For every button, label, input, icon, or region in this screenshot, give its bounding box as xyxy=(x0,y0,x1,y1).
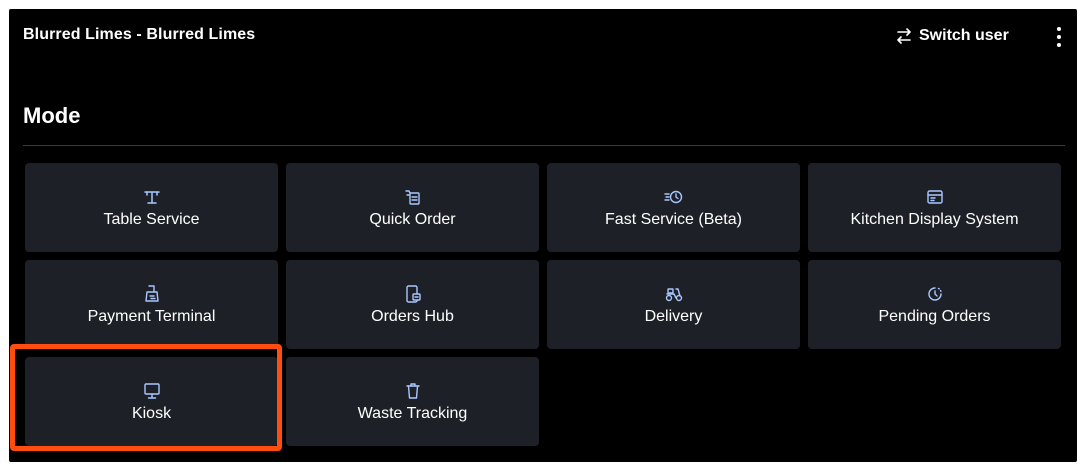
orders-hub-icon xyxy=(403,284,423,304)
tile-label: Pending Orders xyxy=(878,307,991,325)
section-title: Mode xyxy=(23,103,81,128)
tile-label: Table Service xyxy=(103,210,200,228)
tile-orders-hub[interactable]: Orders Hub xyxy=(286,260,539,349)
tile-label: Delivery xyxy=(644,307,703,325)
clock-icon xyxy=(925,284,945,304)
tile-delivery[interactable]: Delivery xyxy=(547,260,800,349)
tile-quick-order[interactable]: Quick Order xyxy=(286,163,539,252)
tile-label: Kiosk xyxy=(131,404,172,422)
app-window: Blurred Limes - Blurred Limes Switch use… xyxy=(9,9,1077,462)
payment-terminal-icon xyxy=(142,284,162,304)
kiosk-monitor-icon xyxy=(142,381,162,401)
more-vertical-icon xyxy=(1057,27,1061,47)
trash-icon xyxy=(403,381,423,401)
top-bar: Blurred Limes - Blurred Limes Switch use… xyxy=(9,9,1077,65)
more-menu-button[interactable] xyxy=(1049,23,1069,51)
tile-waste-tracking[interactable]: Waste Tracking xyxy=(286,357,539,446)
tile-fast-service[interactable]: Fast Service (Beta) xyxy=(547,163,800,252)
app-title: Blurred Limes - Blurred Limes xyxy=(23,26,256,43)
tile-kitchen-display[interactable]: Kitchen Display System xyxy=(808,163,1061,252)
tile-label: Fast Service (Beta) xyxy=(605,210,742,228)
switch-user-label: Switch user xyxy=(919,27,1009,44)
tile-kiosk[interactable]: Kiosk xyxy=(25,357,278,446)
delivery-scooter-icon xyxy=(664,284,684,304)
table-icon xyxy=(142,187,162,207)
fast-service-icon xyxy=(663,187,684,207)
tile-label: Kitchen Display System xyxy=(850,210,1019,228)
divider xyxy=(23,145,1065,146)
swap-arrows-icon xyxy=(897,28,911,44)
tile-label: Quick Order xyxy=(369,210,456,228)
tile-pending-orders[interactable]: Pending Orders xyxy=(808,260,1061,349)
switch-user-button[interactable]: Switch user xyxy=(895,23,1009,49)
tile-label: Waste Tracking xyxy=(357,404,468,422)
tile-label: Orders Hub xyxy=(371,307,454,325)
tile-label: Payment Terminal xyxy=(87,307,216,325)
tile-table-service[interactable]: Table Service xyxy=(25,163,278,252)
tile-payment-terminal[interactable]: Payment Terminal xyxy=(25,260,278,349)
quick-order-icon xyxy=(403,187,423,207)
kitchen-display-icon xyxy=(925,187,945,207)
